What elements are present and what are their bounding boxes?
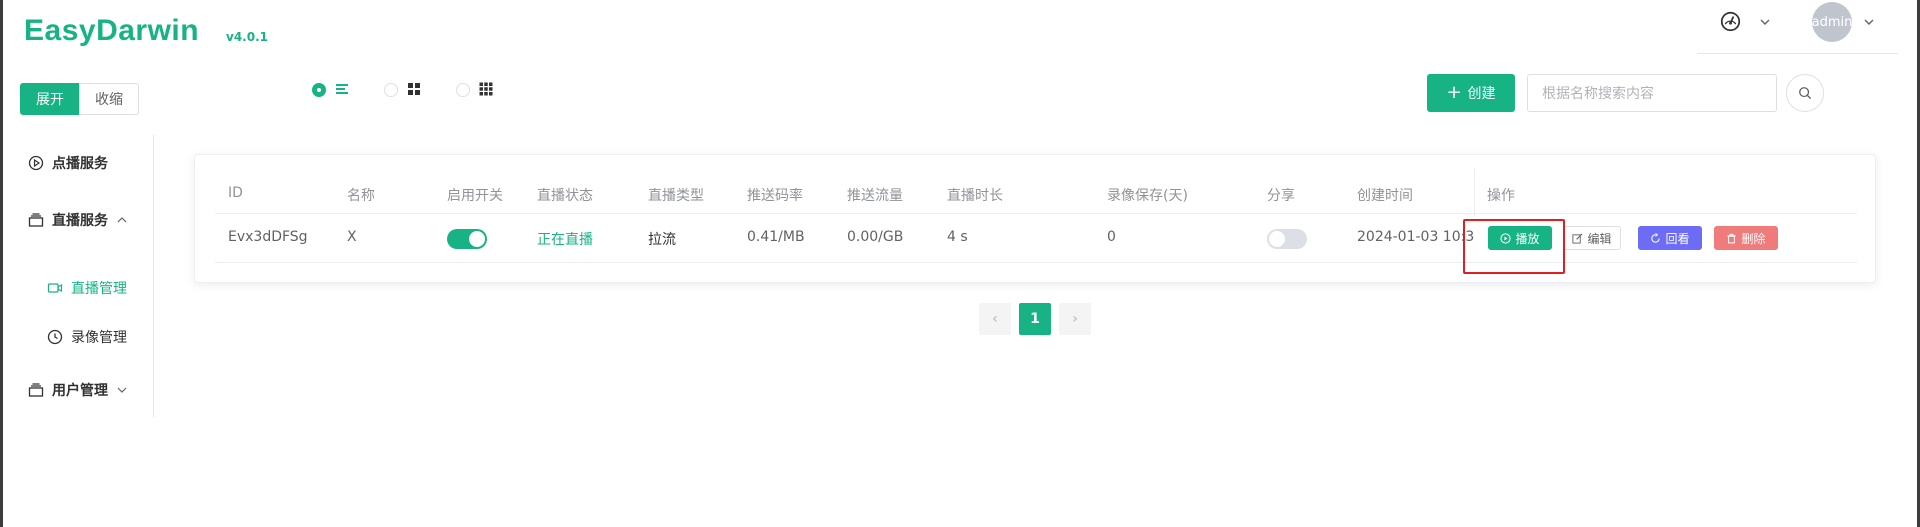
camera-icon bbox=[47, 283, 63, 293]
playback-button[interactable]: 回看 bbox=[1638, 226, 1702, 250]
expand-button[interactable]: 展开 bbox=[20, 83, 80, 115]
edit-button[interactable]: 编辑 bbox=[1563, 226, 1621, 250]
sidebar bbox=[0, 135, 154, 417]
create-button[interactable]: + 创建 bbox=[1427, 74, 1515, 112]
cell-name: X bbox=[347, 229, 357, 245]
collapse-button[interactable]: 收缩 bbox=[79, 83, 139, 115]
app-version: v4.0.1 bbox=[226, 30, 268, 44]
sidebar-item-label: 用户管理 bbox=[52, 383, 108, 399]
sidebar-item-live[interactable]: 直播服务 bbox=[28, 210, 128, 230]
dashboard-gauge-icon[interactable] bbox=[1720, 11, 1741, 32]
stack-icon bbox=[28, 213, 44, 227]
grid-view-icon[interactable] bbox=[406, 81, 422, 97]
cell-record-days: 0 bbox=[1107, 229, 1116, 245]
enable-toggle[interactable] bbox=[447, 229, 487, 249]
clock-icon bbox=[47, 329, 63, 345]
edit-label: 编辑 bbox=[1587, 231, 1612, 246]
sidebar-item-vod[interactable]: 点播服务 bbox=[28, 153, 108, 173]
app-window: EasyDarwin v4.0.1 admin 展开 收缩 + 创建 根据名称搜… bbox=[0, 0, 1920, 527]
search-input[interactable] bbox=[1527, 74, 1777, 112]
play-circle-icon bbox=[28, 155, 44, 171]
plus-icon: + bbox=[1446, 82, 1462, 103]
col-header-record-days: 录像保存(天) bbox=[1107, 188, 1188, 204]
col-header-traffic: 推送流量 bbox=[847, 188, 903, 204]
header-divider bbox=[215, 213, 1857, 214]
app-logo[interactable]: EasyDarwin bbox=[24, 14, 199, 48]
chevron-down-icon[interactable] bbox=[1863, 16, 1875, 28]
sidebar-item-label: 点播服务 bbox=[52, 156, 108, 172]
col-header-share: 分享 bbox=[1267, 188, 1295, 204]
delete-button[interactable]: 删除 bbox=[1714, 226, 1778, 250]
cell-status: 正在直播 bbox=[537, 232, 593, 248]
chevron-up-icon bbox=[117, 217, 127, 223]
sidebar-item-label: 直播管理 bbox=[71, 281, 127, 297]
cell-traffic: 0.00/GB bbox=[847, 229, 904, 245]
stack-icon bbox=[28, 383, 44, 397]
pagination-next-button[interactable]: › bbox=[1059, 303, 1091, 335]
view-list-radio[interactable] bbox=[312, 83, 326, 97]
sidebar-item-record-manage[interactable]: 录像管理 bbox=[47, 327, 127, 347]
sidebar-item-users[interactable]: 用户管理 bbox=[28, 380, 128, 400]
cell-duration: 4 s bbox=[947, 229, 968, 245]
chevron-down-icon[interactable] bbox=[1759, 16, 1771, 28]
avatar[interactable]: admin bbox=[1812, 2, 1852, 42]
delete-label: 删除 bbox=[1741, 231, 1766, 246]
edit-icon bbox=[1572, 233, 1583, 244]
playback-label: 回看 bbox=[1665, 231, 1690, 246]
cell-bitrate: 0.41/MB bbox=[747, 229, 805, 245]
refresh-icon bbox=[1651, 232, 1661, 243]
col-header-enabled: 启用开关 bbox=[447, 188, 503, 204]
search-button[interactable] bbox=[1786, 74, 1824, 112]
pagination-prev-button[interactable]: ‹ bbox=[979, 303, 1011, 335]
pagination-page-1[interactable]: 1 bbox=[1019, 303, 1051, 335]
list-view-icon[interactable] bbox=[334, 81, 350, 97]
col-header-status: 直播状态 bbox=[537, 188, 593, 204]
col-header-duration: 直播时长 bbox=[947, 188, 1003, 204]
sidebar-item-label: 直播服务 bbox=[52, 213, 108, 229]
col-header-bitrate: 推送码率 bbox=[747, 188, 803, 204]
play-button-highlight-box bbox=[1463, 219, 1565, 274]
sidebar-item-live-manage[interactable]: 直播管理 bbox=[47, 278, 127, 298]
actions-column-divider bbox=[1474, 169, 1475, 217]
col-header-type: 直播类型 bbox=[648, 188, 704, 204]
cell-type: 拉流 bbox=[648, 232, 676, 248]
cell-created: 2024-01-03 10:33:2 bbox=[1357, 229, 1475, 245]
col-header-created: 创建时间 bbox=[1357, 188, 1413, 204]
chevron-down-icon bbox=[117, 387, 127, 393]
dense-grid-view-icon[interactable] bbox=[478, 81, 494, 97]
cell-id: Evx3dDFSg bbox=[228, 229, 308, 245]
live-table-card: ID 名称 启用开关 直播状态 直播类型 推送码率 推送流量 直播时长 录像保存… bbox=[194, 154, 1876, 283]
col-header-id: ID bbox=[228, 185, 243, 201]
col-header-name: 名称 bbox=[347, 188, 375, 204]
col-header-actions: 操作 bbox=[1487, 188, 1515, 204]
row-divider bbox=[215, 262, 1857, 263]
trash-icon bbox=[1727, 233, 1737, 243]
sidebar-item-label: 录像管理 bbox=[71, 330, 127, 346]
view-grid-radio[interactable] bbox=[384, 83, 398, 97]
search-icon bbox=[1799, 87, 1811, 99]
create-label: 创建 bbox=[1467, 86, 1496, 102]
share-toggle[interactable] bbox=[1267, 229, 1307, 249]
view-grid-dense-radio[interactable] bbox=[456, 83, 470, 97]
